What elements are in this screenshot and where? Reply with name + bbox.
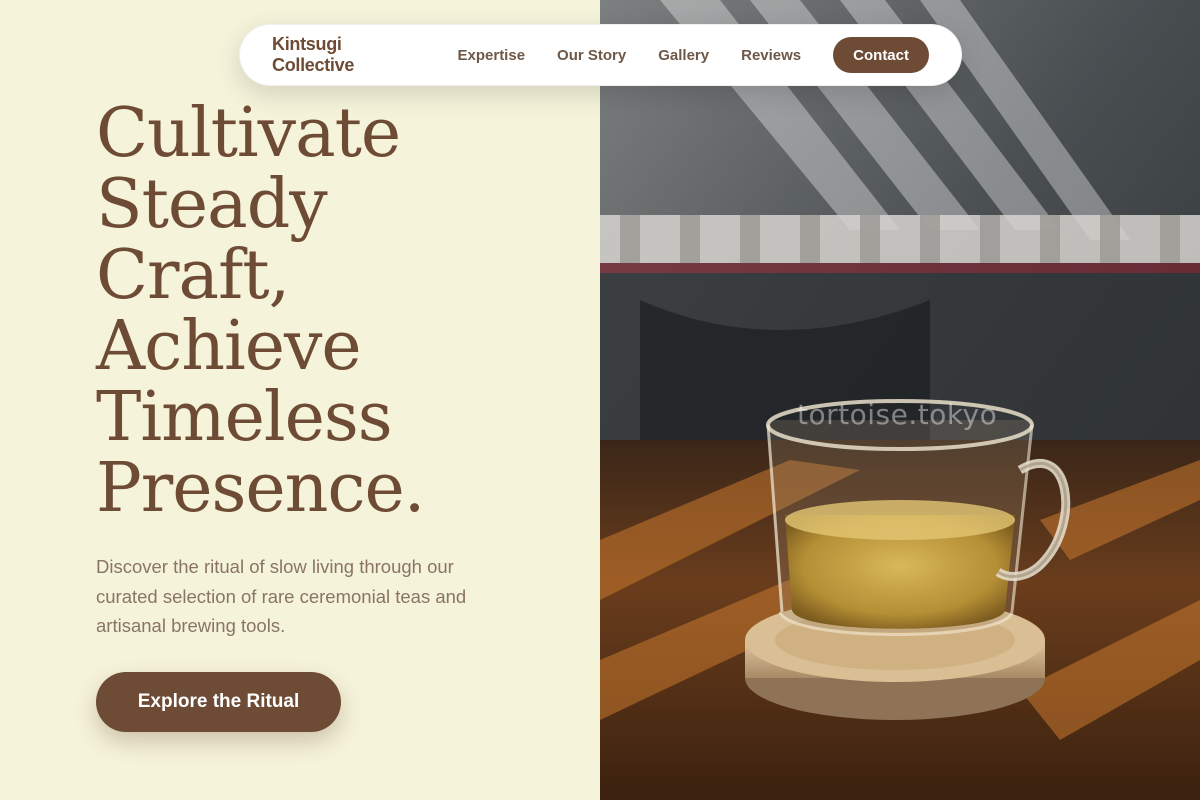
headline-line: Presence. (96, 449, 425, 528)
headline-line: Achieve (96, 307, 362, 386)
top-navigation: Kintsugi Collective Expertise Our Story … (239, 24, 962, 86)
explore-ritual-button[interactable]: Explore the Ritual (96, 672, 341, 732)
brand-logo[interactable]: Kintsugi Collective (272, 34, 410, 76)
nav-link-expertise[interactable]: Expertise (458, 47, 526, 64)
headline-line: Steady (96, 165, 328, 244)
nav-link-reviews[interactable]: Reviews (741, 47, 801, 64)
hero-headline: Cultivate Steady Craft, Achieve Timeless… (96, 98, 576, 524)
nav-link-our-story[interactable]: Our Story (557, 47, 626, 64)
nav-link-gallery[interactable]: Gallery (658, 47, 709, 64)
hero-description: Discover the ritual of slow living throu… (96, 556, 467, 636)
headline-line: Timeless (96, 378, 393, 457)
photo-watermark: tortoise.tokyo (797, 398, 998, 431)
headline-line: Craft, (96, 236, 290, 315)
headline-line: Cultivate (96, 94, 401, 173)
contact-button[interactable]: Contact (833, 37, 929, 73)
